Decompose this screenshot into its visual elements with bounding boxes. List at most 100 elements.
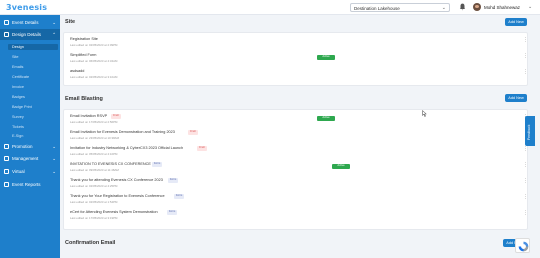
- chevron-up-icon: ⌃: [52, 31, 56, 37]
- sidebar-item-management[interactable]: Management ⌄: [0, 153, 60, 164]
- chevron-down-icon: ⌄: [441, 5, 446, 11]
- sidebar-sub-badge-print[interactable]: Badge Print: [12, 105, 32, 109]
- sidebar-item-event-reports[interactable]: Event Reports: [0, 179, 60, 190]
- list-item[interactable]: Thank you for Your Registration to Evene…: [70, 194, 528, 206]
- more-options-icon[interactable]: ⋮: [523, 38, 528, 43]
- sidebar-sub-badges[interactable]: Badges: [12, 95, 25, 99]
- active-badge: Active: [317, 116, 335, 121]
- sidebar-item-virtual[interactable]: Virtual ⌄: [0, 166, 60, 177]
- list-item[interactable]: Email Invitation for Evenesis Demonstrat…: [70, 130, 528, 142]
- item-date: Last edited on 17/05/2023 at 2:56PM: [70, 119, 118, 124]
- item-date: Last edited on 02/05/2023 at 4:25PM: [70, 183, 118, 188]
- more-options-icon[interactable]: ⋮: [523, 179, 528, 184]
- sidebar-sub-invoice[interactable]: Invoice: [12, 85, 24, 89]
- item-date: Last edited on 02/05/2023 at 1:54PM: [70, 199, 118, 204]
- user-avatar[interactable]: [473, 3, 481, 11]
- app-logo[interactable]: 3venesis: [6, 3, 47, 12]
- form-tag: Form: [174, 194, 185, 199]
- draft-tag: Draft: [111, 114, 121, 119]
- list-item[interactable]: Email Invitation RSVP Draft Last edited …: [70, 114, 528, 126]
- sidebar-sub-emails[interactable]: Emails: [12, 65, 23, 69]
- sidebar-item-label: Design Details: [12, 32, 42, 37]
- sidebar-item-promotion[interactable]: Promotion ⌄: [0, 141, 60, 152]
- list-item[interactable]: Simplified Form Last edited on 06/05/202…: [70, 53, 528, 65]
- list-item[interactable]: Thank you for attending Evenesis CX Conf…: [70, 178, 528, 190]
- more-options-icon[interactable]: ⋮: [523, 195, 528, 200]
- email-add-new-button[interactable]: Add New: [505, 94, 527, 102]
- list-item[interactable]: asdsadd Last edited on 02/05/2023 at 3:1…: [70, 69, 528, 81]
- feedback-label: Feedback: [527, 124, 531, 140]
- sidebar-item-label: Event Reports: [12, 182, 41, 187]
- chevron-down-icon: ⌄: [52, 19, 56, 25]
- more-options-icon[interactable]: ⋮: [523, 147, 528, 152]
- item-name[interactable]: Simplified Form: [70, 53, 96, 57]
- mouse-cursor-icon: [422, 110, 427, 117]
- sidebar-item-label: Promotion: [12, 144, 33, 149]
- item-name[interactable]: INVITATION TO EVENESIS CX CONFERENCE: [70, 162, 151, 166]
- email-section-title: Email Blasting: [65, 96, 103, 102]
- site-section-title: Site: [65, 19, 76, 25]
- more-options-icon[interactable]: ⋮: [523, 54, 528, 59]
- item-date: Last edited on 02/05/2023 at 3:10AM: [70, 74, 118, 79]
- item-name[interactable]: eCert for Attending Evenesis System Demo…: [70, 210, 158, 214]
- site-add-new-button[interactable]: Add New: [505, 18, 527, 26]
- management-icon: [4, 156, 9, 161]
- sidebar-item-label: Virtual: [12, 169, 25, 174]
- draft-tag: Draft: [188, 130, 198, 135]
- sidebar-sub-design[interactable]: Design: [8, 44, 58, 50]
- active-badge: Active: [332, 164, 350, 169]
- item-name[interactable]: Thank you for Your Registration to Evene…: [70, 194, 165, 198]
- item-name[interactable]: Registration Site: [70, 37, 98, 41]
- recaptcha-badge[interactable]: [515, 238, 530, 253]
- item-date: Last edited on 23/05/2023 at 10:38AM: [70, 135, 120, 140]
- sidebar-item-design-details[interactable]: Design Details ⌃: [0, 29, 60, 40]
- sidebar-sub-survey[interactable]: Survey: [12, 115, 24, 119]
- item-name[interactable]: Invitation for Industry Networking & Cyb…: [70, 146, 183, 150]
- more-options-icon[interactable]: ⋮: [523, 211, 528, 216]
- sidebar-item-label: Event Details: [12, 20, 39, 25]
- megaphone-icon: [4, 144, 9, 149]
- bell-icon[interactable]: [459, 3, 466, 11]
- event-select-dropdown[interactable]: Destination Lakehouse ⌄: [350, 3, 450, 12]
- list-item[interactable]: Invitation for Industry Networking & Cyb…: [70, 146, 528, 158]
- sidebar-sub-certificate[interactable]: Certificate: [12, 75, 29, 79]
- list-item[interactable]: Registration Site Last edited on 02/05/2…: [70, 37, 528, 49]
- email-list-card: Email Invitation RSVP Draft Last edited …: [63, 109, 528, 230]
- item-date: Last edited on 06/05/2023 at 4:34AM: [70, 58, 118, 63]
- feedback-tab[interactable]: Feedback: [525, 116, 535, 146]
- reports-icon: [4, 182, 9, 187]
- chevron-down-icon: ⌄: [52, 155, 56, 161]
- active-badge: Active: [317, 55, 335, 60]
- more-options-icon[interactable]: ⋮: [523, 70, 528, 75]
- chevron-down-icon: ⌄: [52, 168, 56, 174]
- top-bar: 3venesis Destination Lakehouse ⌄ Mohd Sh…: [0, 0, 540, 15]
- item-date: Last edited on 09/05/2023 at 11:48AM: [70, 167, 119, 172]
- sidebar-sub-tickets[interactable]: Tickets: [12, 125, 24, 129]
- sidebar-item-event-details[interactable]: Event Details ⌄: [0, 17, 60, 28]
- user-name[interactable]: Mohd Shahnewaz: [484, 5, 520, 10]
- event-select-value: Destination Lakehouse: [354, 5, 400, 11]
- item-name[interactable]: Email Invitation RSVP: [70, 114, 107, 118]
- site-list-card: Registration Site Last edited on 02/05/2…: [63, 32, 528, 86]
- calendar-icon: [4, 20, 9, 25]
- item-name[interactable]: asdsadd: [70, 69, 84, 73]
- list-item[interactable]: eCert for Attending Evenesis System Demo…: [70, 210, 528, 222]
- draft-tag: Draft: [197, 146, 207, 151]
- user-menu-chevron-icon[interactable]: ⌄: [528, 4, 532, 10]
- item-date: Last edited on 05/05/2023 at 4:10PM: [70, 151, 118, 156]
- sidebar-sub-e-sign[interactable]: E-Sign: [12, 134, 23, 138]
- form-tag: Form: [152, 162, 163, 167]
- sidebar-sub-site[interactable]: Site: [12, 55, 19, 59]
- more-options-icon[interactable]: ⋮: [523, 163, 528, 168]
- item-name[interactable]: Thank you for attending Evenesis CX Conf…: [70, 178, 163, 182]
- item-date: Last edited on 02/05/2023 at 2:09PM: [70, 42, 118, 47]
- item-date: Last edited on 17/05/2023 at 3:19PM: [70, 215, 118, 220]
- list-item[interactable]: INVITATION TO EVENESIS CX CONFERENCE For…: [70, 162, 528, 174]
- recaptcha-icon: [518, 241, 528, 251]
- confirmation-section-title: Confirmation Email: [65, 240, 116, 246]
- sidebar: Event Details ⌄ Design Details ⌃ Design …: [0, 15, 60, 258]
- item-name[interactable]: Email Invitation for Evenesis Demonstrat…: [70, 130, 175, 134]
- virtual-icon: [4, 169, 9, 174]
- design-icon: [4, 32, 9, 37]
- chevron-down-icon: ⌄: [52, 143, 56, 149]
